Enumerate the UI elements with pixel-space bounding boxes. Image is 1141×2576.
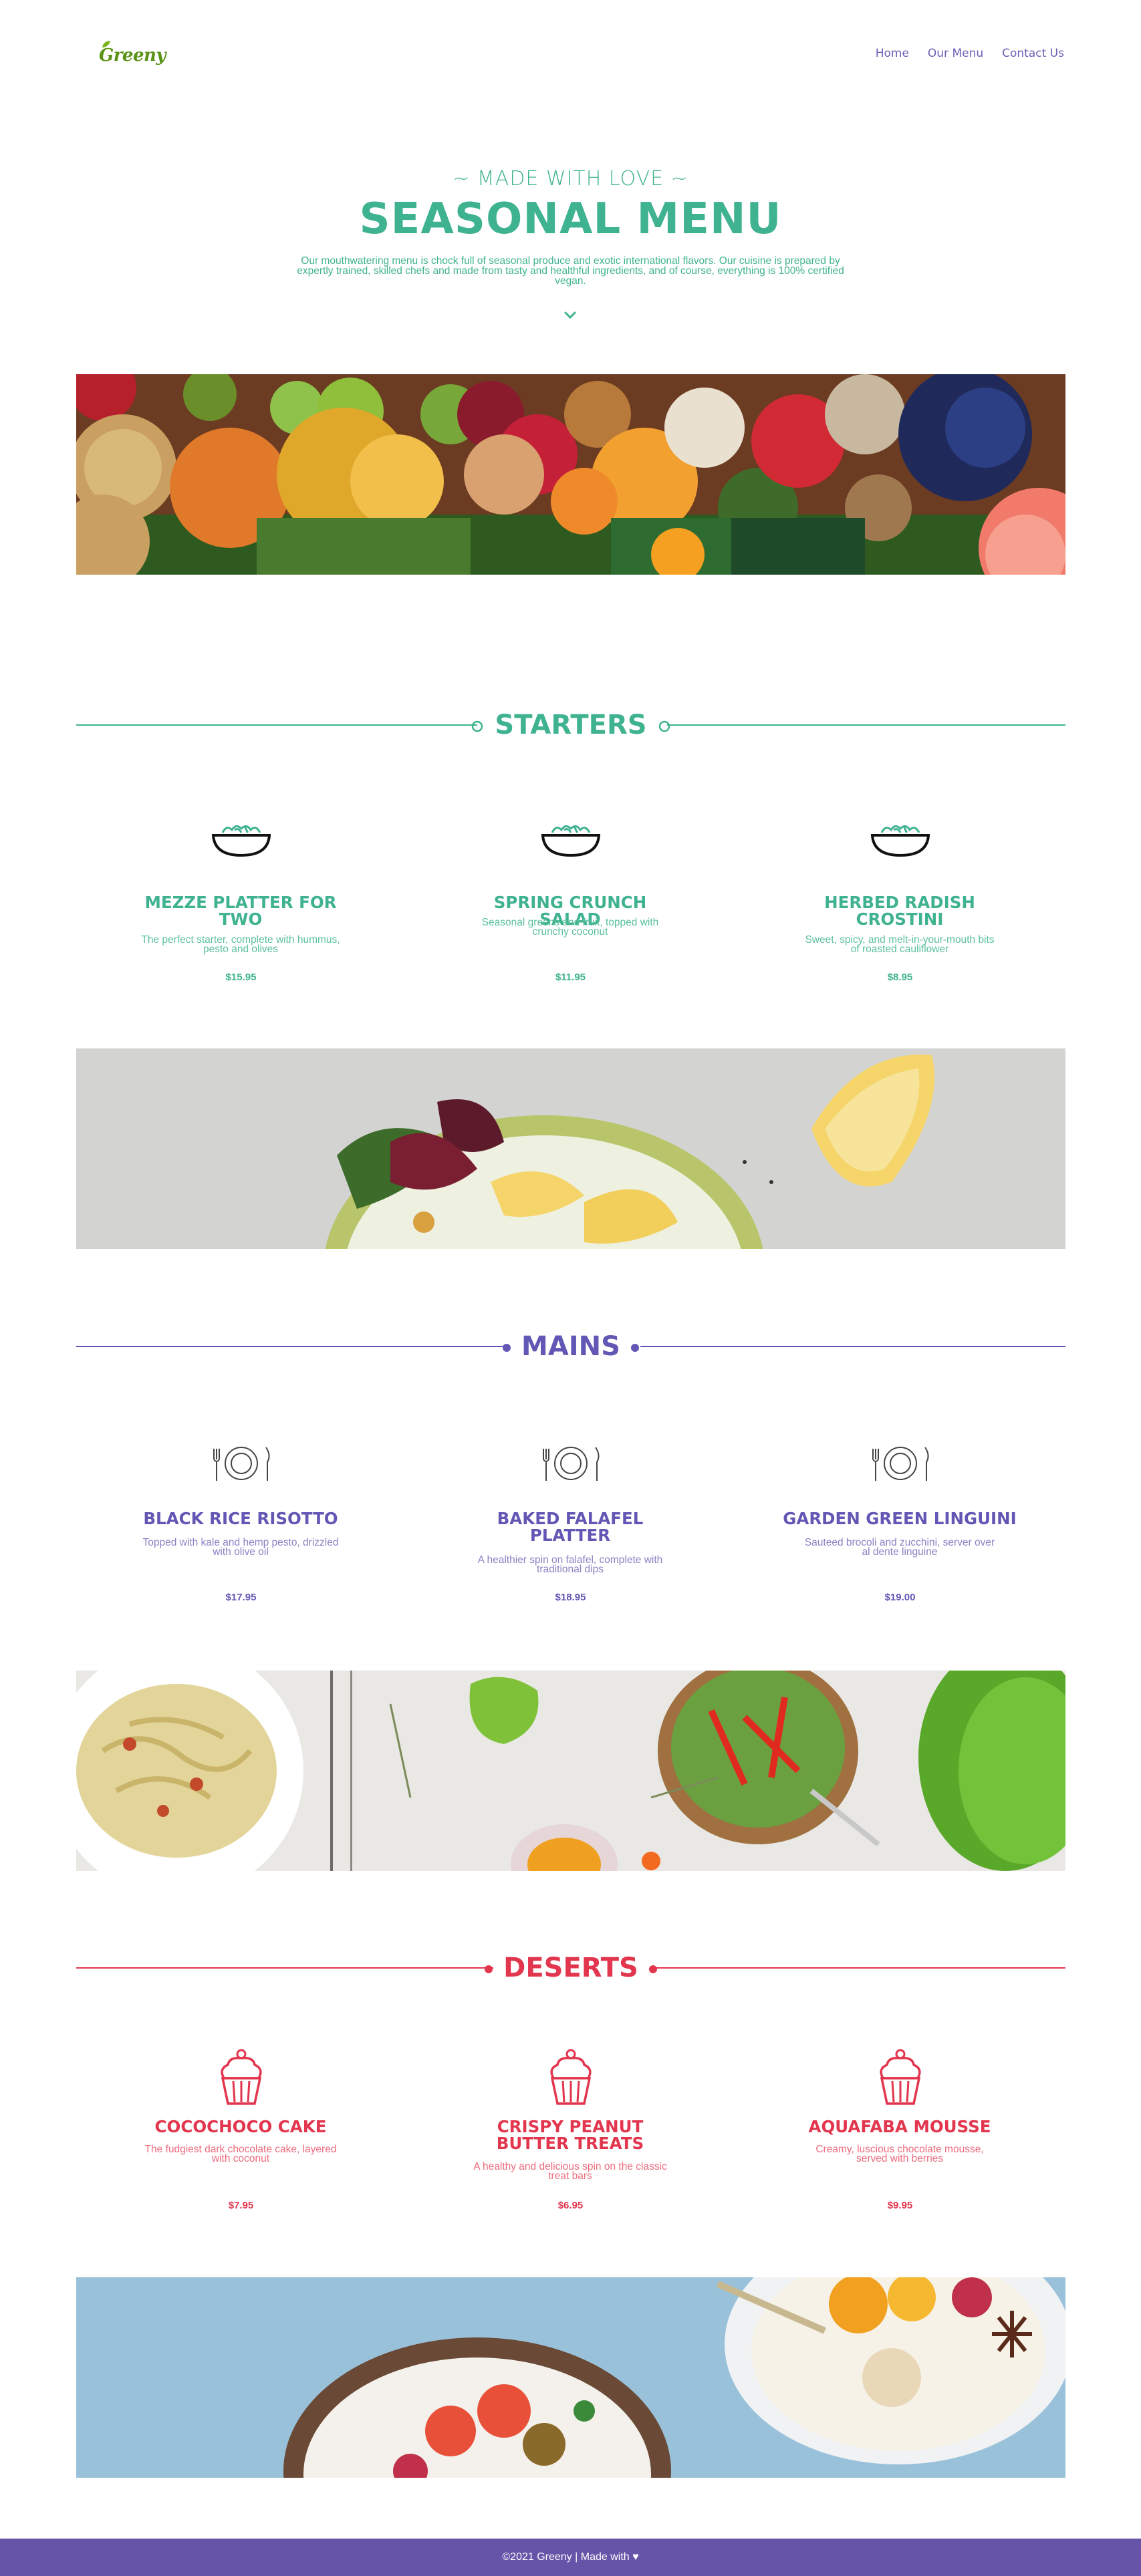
- section-header-mains: MAINS: [76, 1330, 1065, 1363]
- section-title-starters: STARTERS: [76, 708, 1065, 742]
- menu-item: BLACK RICE RISOTTO Topped with kale and …: [76, 1443, 406, 1664]
- hero-kicker: ~ MADE WITH LOVE ~: [453, 167, 688, 190]
- nav-link-contact-us[interactable]: Contact Us: [1002, 47, 1064, 60]
- item-description: The perfect starter, complete with hummu…: [141, 934, 340, 955]
- mains-list: BLACK RICE RISOTTO Topped with kale and …: [76, 1443, 1065, 1664]
- item-price: $19.00: [884, 1592, 916, 1603]
- section-title-deserts: DESERTS: [76, 1951, 1065, 1985]
- dot-ornament-icon: [485, 1965, 493, 1973]
- dot-ornament-icon: [503, 1344, 511, 1352]
- item-price: $8.95: [887, 972, 913, 983]
- nav-link-home[interactable]: Home: [876, 47, 909, 60]
- top-navigation: Greeny Home Our Menu Contact Us: [0, 0, 1141, 107]
- item-description: Sauteed brocoli and zucchini, server ove…: [804, 1537, 995, 1558]
- dot-ornament-icon: [630, 1344, 639, 1352]
- nav-link-our-menu[interactable]: Our Menu: [928, 47, 983, 60]
- hero-description: Our mouthwatering menu is chock full of …: [297, 255, 844, 287]
- item-price: $7.95: [228, 2200, 254, 2211]
- item-name: CRISPY PEANUT BUTTER TREATS: [496, 2117, 644, 2153]
- section-title-text: DESERTS: [503, 1953, 638, 1983]
- cupcake-icon: [76, 2049, 406, 2105]
- chevron-down-icon[interactable]: [563, 311, 577, 320]
- item-description: Creamy, luscious chocolate mousse, serve…: [815, 2144, 984, 2164]
- nav-links: Home Our Menu Contact Us: [876, 47, 1064, 60]
- item-description: A healthier spin on falafel, complete wi…: [477, 1554, 663, 1575]
- item-name: MEZZE PLATTER FOR TWO: [144, 893, 337, 929]
- salad-bowl-icon: [76, 821, 406, 867]
- brand-logo[interactable]: Greeny: [92, 37, 166, 78]
- menu-item: CRISPY PEANUT BUTTER TREATS A healthy an…: [406, 2049, 735, 2269]
- item-name: HERBED RADISH CROSTINI: [824, 893, 975, 929]
- item-price: $17.95: [225, 1592, 257, 1603]
- cupcake-icon: [406, 2049, 735, 2105]
- item-price: $9.95: [887, 2200, 913, 2211]
- cupcake-icon: [735, 2049, 1065, 2105]
- item-description: The fudgiest dark chocolate cake, layere…: [144, 2144, 337, 2164]
- deserts-list: COCOCHOCO CAKE The fudgiest dark chocola…: [76, 2049, 1065, 2269]
- menu-item: HERBED RADISH CROSTINI Sweet, spicy, and…: [735, 821, 1065, 1041]
- item-price: $11.95: [555, 972, 586, 983]
- section-title-text: MAINS: [521, 1331, 620, 1362]
- plate-cutlery-icon: [406, 1443, 735, 1490]
- footer: ©2021 Greeny | Made with ♥: [0, 2539, 1141, 2576]
- item-price: $6.95: [557, 2200, 584, 2211]
- ring-ornament-icon: [472, 720, 483, 732]
- section-title-mains: MAINS: [76, 1330, 1065, 1363]
- starters-list: MEZZE PLATTER FOR TWO The perfect starte…: [76, 821, 1065, 1041]
- plate-cutlery-icon: [76, 1443, 406, 1490]
- ring-ornament-icon: [658, 720, 670, 732]
- plate-cutlery-icon: [735, 1443, 1065, 1490]
- dot-ornament-icon: [648, 1965, 657, 1973]
- section-header-deserts: DESERTS: [76, 1951, 1065, 1985]
- pasta-banner-image: [76, 1671, 1065, 1871]
- section-title-text: STARTERS: [495, 710, 647, 740]
- dessert-banner-image: [76, 2277, 1065, 2478]
- section-header-starters: STARTERS: [76, 708, 1065, 742]
- menu-item: GARDEN GREEN LINGUINI Sauteed brocoli an…: [735, 1443, 1065, 1664]
- menu-item: MEZZE PLATTER FOR TWO The perfect starte…: [76, 821, 406, 1041]
- item-description: Topped with kale and hemp pesto, drizzle…: [142, 1537, 339, 1558]
- footer-text: ©2021 Greeny | Made with ♥: [502, 2551, 639, 2563]
- menu-item: AQUAFABA MOUSSE Creamy, luscious chocola…: [735, 2049, 1065, 2269]
- page-title: SEASONAL MENU: [359, 194, 782, 244]
- item-description: A healthy and delicious spin on the clas…: [473, 2161, 667, 2182]
- item-price: $15.95: [225, 972, 257, 983]
- item-name: COCOCHOCO CAKE: [154, 2117, 327, 2136]
- produce-banner-image: [76, 374, 1065, 575]
- menu-item: BAKED FALAFEL PLATTER A healthier spin o…: [406, 1443, 735, 1664]
- item-name: AQUAFABA MOUSSE: [808, 2117, 991, 2136]
- item-description: Seasonal greens and fruit, topped with c…: [481, 917, 659, 938]
- menu-item: SPRING CRUNCH SALAD Seasonal greens and …: [406, 821, 735, 1041]
- hero: ~ MADE WITH LOVE ~ SEASONAL MENU Our mou…: [0, 167, 1141, 319]
- item-name: BLACK RICE RISOTTO: [143, 1509, 338, 1528]
- salad-banner-image: [76, 1048, 1065, 1249]
- item-description: Sweet, spicy, and melt-in-your-mouth bit…: [805, 934, 995, 955]
- item-name: BAKED FALAFEL PLATTER: [497, 1509, 644, 1545]
- salad-bowl-icon: [735, 821, 1065, 867]
- logo-text: Greeny: [99, 45, 166, 65]
- salad-bowl-icon: [406, 821, 735, 867]
- item-name: GARDEN GREEN LINGUINI: [783, 1509, 1017, 1528]
- item-price: $18.95: [555, 1592, 586, 1603]
- menu-item: COCOCHOCO CAKE The fudgiest dark chocola…: [76, 2049, 406, 2269]
